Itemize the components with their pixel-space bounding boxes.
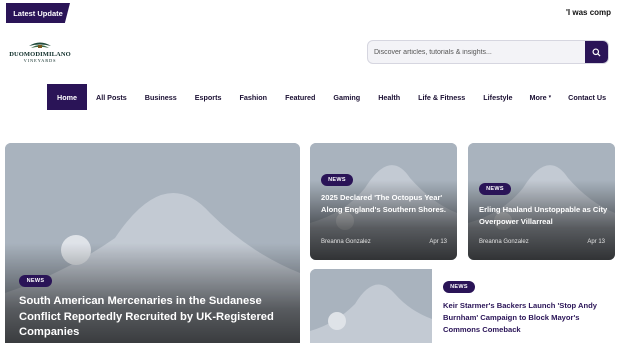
nav-lifestyle[interactable]: Lifestyle <box>483 84 512 110</box>
article-card-image[interactable] <box>310 269 432 343</box>
image-placeholder-icon <box>310 269 432 343</box>
category-badge[interactable]: NEWS <box>443 281 475 293</box>
nav-contact-us[interactable]: Contact Us <box>568 84 606 110</box>
nav-home[interactable]: Home <box>47 84 87 110</box>
search-icon <box>592 47 601 57</box>
nav-all-posts[interactable]: All Posts <box>96 84 127 110</box>
article-title[interactable]: 2025 Declared 'The Octopus Year' Along E… <box>321 192 453 215</box>
nav-featured[interactable]: Featured <box>285 84 315 110</box>
featured-article-card[interactable]: NEWS South American Mercenaries in the S… <box>5 143 300 343</box>
main-nav: Home All Posts Business Esports Fashion … <box>47 84 606 110</box>
nav-esports[interactable]: Esports <box>195 84 222 110</box>
vineyard-emblem-icon <box>29 42 51 48</box>
article-card-body[interactable]: NEWS Keir Starmer's Backers Launch 'Stop… <box>432 269 615 343</box>
article-card[interactable]: NEWS 2025 Declared 'The Octopus Year' Al… <box>310 143 457 260</box>
article-author[interactable]: Breanna Gonzalez <box>479 239 529 245</box>
search-input[interactable] <box>374 41 584 63</box>
latest-update-ticker: Latest Update 'I was comp <box>0 0 620 26</box>
logo-subtitle: VINEYARDS <box>23 58 57 63</box>
ticker-headline[interactable]: 'I was comp <box>566 8 611 17</box>
article-title[interactable]: Keir Starmer's Backers Launch 'Stop Andy… <box>443 300 611 336</box>
nav-life-fitness[interactable]: Life & Fitness <box>418 84 465 110</box>
nav-gaming[interactable]: Gaming <box>333 84 360 110</box>
category-badge[interactable]: NEWS <box>321 174 353 186</box>
category-badge[interactable]: NEWS <box>479 183 511 195</box>
nav-more-label: More <box>529 92 547 102</box>
nav-fashion[interactable]: Fashion <box>240 84 268 110</box>
latest-update-badge: Latest Update <box>6 3 70 23</box>
nav-more-dropdown[interactable]: More ▾ <box>529 84 551 110</box>
nav-business[interactable]: Business <box>145 84 177 110</box>
chevron-down-icon: ▾ <box>548 94 552 100</box>
logo-name: DUOMODIMILANO <box>9 51 71 58</box>
search-bar <box>367 40 609 64</box>
article-title[interactable]: Erling Haaland Unstoppable as City Overp… <box>479 204 611 227</box>
category-badge[interactable]: NEWS <box>19 275 52 287</box>
search-button[interactable] <box>585 41 608 63</box>
article-date: Apr 13 <box>587 239 605 245</box>
article-card[interactable]: NEWS Erling Haaland Unstoppable as City … <box>468 143 615 260</box>
article-date: Apr 13 <box>429 239 447 245</box>
article-title[interactable]: South American Mercenaries in the Sudane… <box>19 294 294 341</box>
site-logo[interactable]: DUOMODIMILANO VINEYARDS <box>8 40 72 66</box>
nav-health[interactable]: Health <box>378 84 400 110</box>
article-author[interactable]: Breanna Gonzalez <box>321 239 371 245</box>
